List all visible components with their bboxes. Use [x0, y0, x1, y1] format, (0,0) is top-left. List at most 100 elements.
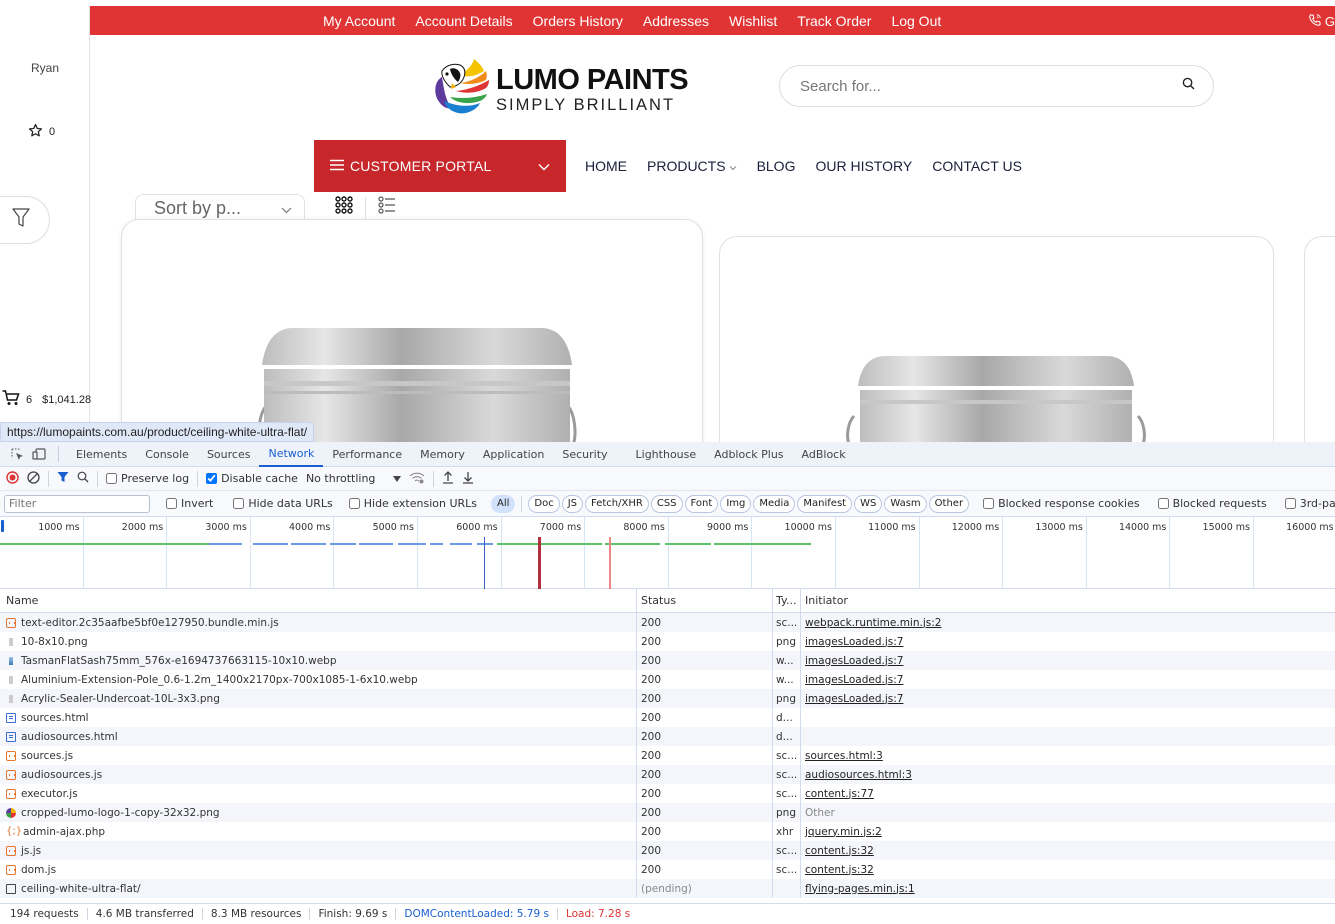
request-initiator-link[interactable]: audiosources.html:3 [805, 769, 912, 781]
network-overview-timeline[interactable]: 1000 ms 2000 ms 3000 ms 4000 ms 5000 ms 6000 … [0, 517, 1335, 589]
table-row[interactable]: ceiling-white-ultra-flat/ (pending) flying… [0, 879, 1335, 898]
table-row[interactable]: {;} admin-ajax.php 200 xhr jquery.min.js:2 [0, 822, 1335, 841]
inspect-element-icon[interactable] [6, 448, 28, 461]
request-initiator-link[interactable]: content.js:77 [805, 788, 874, 800]
request-initiator-link[interactable]: imagesLoaded.js:7 [805, 674, 903, 686]
sort-select[interactable]: Sort by p... [135, 194, 305, 222]
product-card[interactable] [1304, 236, 1335, 442]
nav-products[interactable]: PRODUCTS [647, 158, 737, 174]
site-logo[interactable]: LUMO PAINTS SIMPLY BRILLIANT [428, 57, 689, 122]
type-filter-media[interactable]: Media [753, 494, 796, 513]
third-party-requests-option[interactable]: 3rd-party requests [1284, 497, 1335, 510]
request-initiator-link[interactable]: content.js:32 [805, 845, 874, 857]
request-name-cell[interactable]: cropped-lumo-logo-1-copy-32x32.png [0, 803, 637, 822]
search-icon[interactable] [77, 471, 89, 486]
type-filter-img[interactable]: Img [720, 494, 752, 513]
filter-button[interactable] [0, 196, 50, 244]
request-name-cell[interactable]: sources.js [0, 746, 637, 765]
table-row[interactable]: audiosources.html 200 d... [0, 727, 1335, 746]
nav-blog[interactable]: BLOG [757, 158, 796, 174]
topbar-link-log-out[interactable]: Log Out [891, 13, 941, 29]
third-party-requests-checkbox[interactable] [1284, 498, 1296, 509]
wishlist-counter[interactable]: 0 [28, 123, 55, 141]
table-row[interactable]: 10-8x10.png 200 png imagesLoaded.js:7 [0, 632, 1335, 651]
nav-home[interactable]: HOME [585, 158, 627, 174]
topbar-link-account-details[interactable]: Account Details [415, 13, 512, 29]
product-card[interactable] [121, 219, 703, 442]
nav-contact-us[interactable]: CONTACT US [932, 158, 1022, 174]
request-name-cell[interactable]: {;} admin-ajax.php [0, 822, 637, 841]
hide-extension-urls-checkbox[interactable] [348, 498, 360, 509]
disable-cache-option[interactable]: Disable cache [206, 472, 298, 485]
table-row[interactable]: cropped-lumo-logo-1-copy-32x32.png 200 png… [0, 803, 1335, 822]
invert-option[interactable]: Invert [166, 497, 213, 510]
request-initiator-link[interactable]: imagesLoaded.js:7 [805, 636, 903, 648]
customer-portal-menu[interactable]: CUSTOMER PORTAL [314, 140, 566, 192]
table-row[interactable]: js.js 200 sc... content.js:32 [0, 841, 1335, 860]
table-row[interactable]: Acrylic-Sealer-Undercoat-10L-3x3.png 200 p… [0, 689, 1335, 708]
clear-icon[interactable] [27, 470, 40, 487]
list-view-icon[interactable] [378, 196, 396, 219]
username[interactable]: Ryan [0, 61, 90, 75]
tab-security[interactable]: Security [553, 442, 616, 467]
request-initiator-link[interactable]: sources.html:3 [805, 750, 883, 762]
table-row[interactable]: sources.html 200 d... [0, 708, 1335, 727]
tab-elements[interactable]: Elements [67, 442, 136, 467]
type-filter-fetch-xhr[interactable]: Fetch/XHR [585, 494, 649, 513]
request-initiator-link[interactable]: content.js:32 [805, 864, 874, 876]
invert-checkbox[interactable] [166, 498, 177, 509]
request-name-cell[interactable]: Aluminium-Extension-Pole_0.6-1.2m_1400x2… [0, 670, 637, 689]
table-row[interactable]: dom.js 200 sc... content.js:32 [0, 860, 1335, 879]
table-row[interactable]: TasmanFlatSash75mm_576x-e1694737663115-1… [0, 651, 1335, 670]
network-conditions-icon[interactable] [409, 471, 425, 487]
tab-console[interactable]: Console [136, 442, 198, 467]
search-icon[interactable] [1182, 77, 1195, 95]
hide-data-urls-option[interactable]: Hide data URLs [233, 497, 333, 510]
type-filter-doc[interactable]: Doc [528, 494, 560, 513]
table-row[interactable]: Aluminium-Extension-Pole_0.6-1.2m_1400x2… [0, 670, 1335, 689]
export-har-icon[interactable] [462, 471, 474, 487]
blocked-requests-checkbox[interactable] [1157, 498, 1169, 509]
request-name-cell[interactable]: executor.js [0, 784, 637, 803]
blocked-requests-option[interactable]: Blocked requests [1157, 497, 1267, 510]
grid-view-icon[interactable] [335, 196, 353, 219]
hide-extension-urls-option[interactable]: Hide extension URLs [348, 497, 477, 510]
request-name-cell[interactable]: sources.html [0, 708, 637, 727]
hide-data-urls-checkbox[interactable] [233, 498, 245, 509]
topbar-link-my-account[interactable]: My Account [323, 13, 395, 29]
column-type[interactable]: Ty... [773, 589, 801, 612]
tab-lighthouse[interactable]: Lighthouse [627, 442, 706, 467]
column-status[interactable]: Status [637, 589, 773, 612]
request-initiator-link[interactable]: jquery.min.js:2 [805, 826, 882, 838]
request-initiator-link[interactable]: webpack.runtime.min.js:2 [805, 617, 941, 629]
throttling-select[interactable]: No throttling [306, 472, 402, 485]
product-card[interactable] [719, 236, 1274, 442]
cart-summary[interactable]: 6 $1,041.28 [2, 390, 91, 409]
request-name-cell[interactable]: dom.js [0, 860, 637, 879]
request-name-cell[interactable]: Acrylic-Sealer-Undercoat-10L-3x3.png [0, 689, 637, 708]
topbar-link-track-order[interactable]: Track Order [797, 13, 871, 29]
disable-cache-checkbox[interactable] [206, 473, 218, 484]
topbar-phone[interactable]: G [1308, 13, 1335, 30]
tab-sources[interactable]: Sources [198, 442, 260, 467]
request-name-cell[interactable]: 10-8x10.png [0, 632, 637, 651]
request-initiator-link[interactable]: imagesLoaded.js:7 [805, 693, 903, 705]
topbar-link-orders-history[interactable]: Orders History [533, 13, 623, 29]
blocked-response-cookies-checkbox[interactable] [983, 498, 995, 509]
filter-input[interactable] [4, 494, 150, 513]
request-name-cell[interactable]: audiosources.html [0, 727, 637, 746]
blocked-response-cookies-option[interactable]: Blocked response cookies [983, 497, 1140, 510]
column-name[interactable]: Name [0, 589, 637, 612]
record-stop-icon[interactable] [6, 470, 19, 487]
tab-adblock[interactable]: AdBlock [793, 442, 855, 467]
column-initiator[interactable]: Initiator [801, 589, 1335, 612]
type-filter-other[interactable]: Other [928, 494, 970, 513]
topbar-link-wishlist[interactable]: Wishlist [729, 13, 777, 29]
table-row[interactable]: executor.js 200 sc... content.js:77 [0, 784, 1335, 803]
request-name-cell[interactable]: ceiling-white-ultra-flat/ [0, 879, 637, 898]
table-row[interactable]: audiosources.js 200 sc... audiosources.html… [0, 765, 1335, 784]
type-filter-all[interactable]: All [491, 494, 516, 513]
tab-application[interactable]: Application [474, 442, 553, 467]
nav-our-history[interactable]: OUR HISTORY [815, 158, 912, 174]
table-row[interactable]: sources.js 200 sc... sources.html:3 [0, 746, 1335, 765]
